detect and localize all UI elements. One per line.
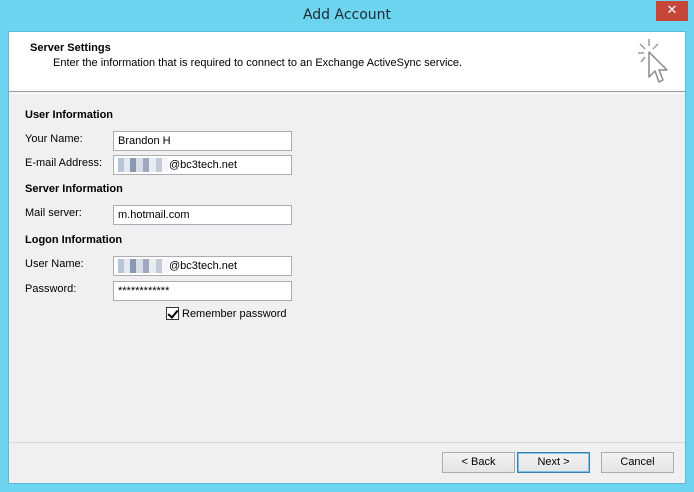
settings-form: User Information Your Name: Brandon H E-… — [9, 93, 685, 443]
user-information-heading: User Information — [25, 109, 114, 121]
back-button[interactable]: < Back — [442, 452, 515, 473]
next-button[interactable]: Next > — [517, 452, 590, 473]
your-name-label: Your Name: — [25, 133, 83, 145]
mail-server-input[interactable]: m.hotmail.com — [113, 205, 292, 225]
your-name-input[interactable]: Brandon H — [113, 131, 292, 151]
logon-information-heading: Logon Information — [25, 234, 123, 246]
user-name-domain-text: @bc3tech.net — [169, 260, 238, 272]
redacted-block — [118, 158, 168, 173]
header-title: Server Settings — [30, 42, 111, 54]
mail-server-label: Mail server: — [25, 207, 82, 219]
window-title: Add Account — [302, 7, 392, 23]
email-address-label: E-mail Address: — [25, 157, 103, 169]
email-domain-text: @bc3tech.net — [169, 159, 238, 171]
user-name-input[interactable]: @bc3tech.net — [113, 256, 292, 276]
password-input[interactable]: ************ — [113, 281, 292, 301]
header-description: Enter the information that is required t… — [53, 57, 463, 69]
cancel-button[interactable]: Cancel — [601, 452, 674, 473]
email-address-input[interactable]: @bc3tech.net — [113, 155, 292, 175]
cursor-sparkle-icon — [638, 39, 668, 83]
add-account-window: Add Account ✕ Server Settings Enter the … — [0, 0, 694, 492]
password-label: Password: — [25, 283, 77, 295]
remember-password-checkbox[interactable] — [166, 307, 179, 320]
title-bar[interactable]: Add Account ✕ — [0, 0, 694, 31]
server-information-heading: Server Information — [25, 183, 123, 195]
footer-separator — [9, 442, 685, 443]
dialog-client-area: Server Settings Enter the information th… — [8, 31, 686, 484]
close-button[interactable]: ✕ — [656, 1, 688, 21]
header-panel: Server Settings Enter the information th… — [9, 32, 685, 92]
remember-password-label: Remember password — [182, 307, 287, 320]
remember-password-row[interactable]: Remember password — [166, 307, 287, 320]
user-name-label: User Name: — [25, 258, 84, 270]
redacted-block — [118, 259, 168, 274]
